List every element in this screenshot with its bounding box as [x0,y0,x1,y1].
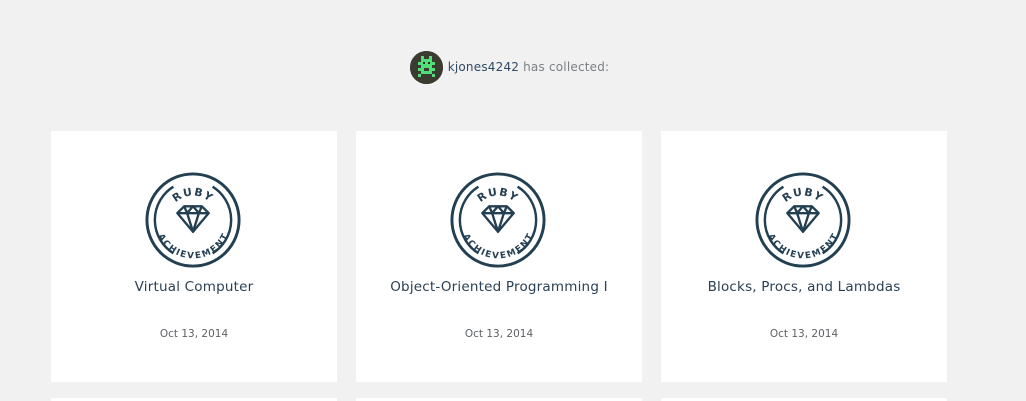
gem-icon [786,205,820,233]
achievement-card[interactable]: RUBY ACHIEVEMENT Object-Oriented Program… [356,131,642,382]
gem-icon [481,205,515,233]
svg-text:RUBY: RUBY [780,185,826,205]
svg-text:RUBY: RUBY [170,185,216,205]
achievement-card[interactable]: RUBY ACHIEVEMENT Virtual Computer Oct 13… [51,131,337,382]
achievement-title: Object-Oriented Programming I [390,279,608,295]
pixel-robot-avatar-icon [409,50,443,84]
achievement-date: Oct 13, 2014 [159,328,229,340]
achievement-title: Blocks, Procs, and Lambdas [707,279,901,295]
avatar[interactable] [409,50,443,84]
badge-top-label: RUBY [170,185,215,205]
svg-text:RUBY: RUBY [475,185,521,205]
achievement-date: Oct 13, 2014 [769,328,839,340]
username-link[interactable]: kjones4242 [448,60,519,74]
achievement-title: Virtual Computer [134,279,254,295]
achievement-card[interactable]: RUBY ACHIEVEMENT Blocks, Procs, and Lamb… [661,131,947,382]
ruby-achievement-badge-icon: RUBY ACHIEVEMENT [755,172,851,268]
collected-caption: kjones4242 has collected: [448,60,610,74]
ruby-achievement-badge-icon: RUBY ACHIEVEMENT [450,172,546,268]
achievement-date: Oct 13, 2014 [464,328,534,340]
gem-icon [176,205,210,233]
ruby-achievement-badge-icon: RUBY ACHIEVEMENT [145,172,241,268]
badge-top-label: RUBY [475,185,520,205]
collector-header: kjones4242 has collected: [0,50,1026,84]
collected-suffix: has collected: [523,60,610,74]
badge-top-label: RUBY [780,185,825,205]
